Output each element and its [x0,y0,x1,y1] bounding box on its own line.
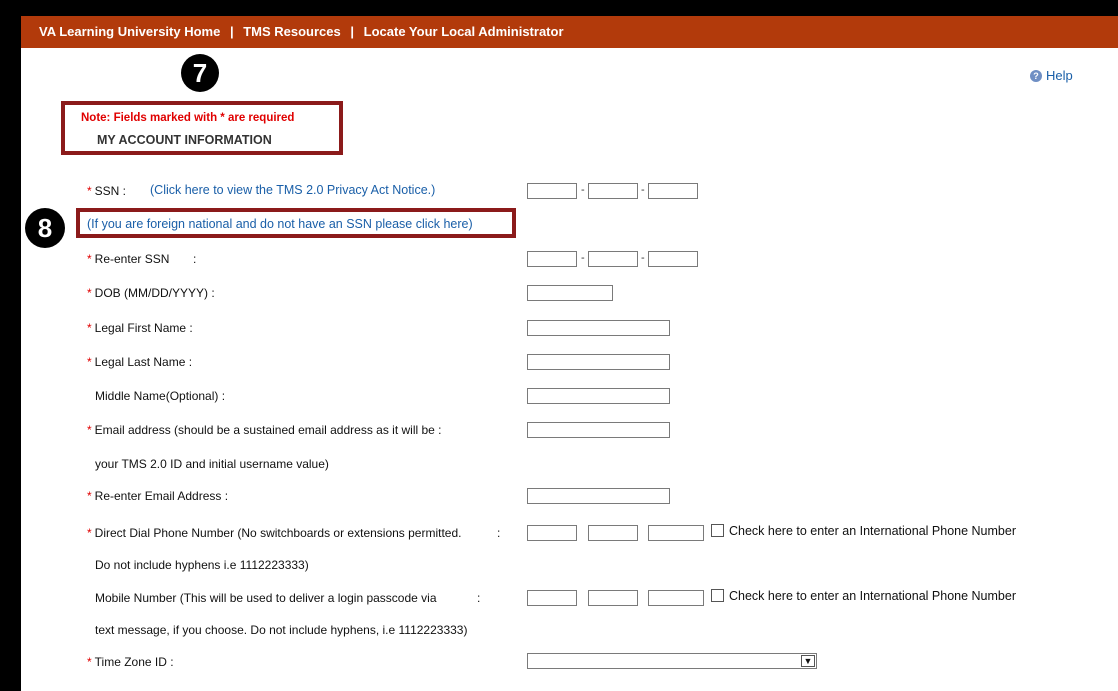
help-link[interactable]: ? Help [1030,68,1073,83]
timezone-select[interactable]: ▼ [527,653,817,669]
phone-prefix-input[interactable] [588,525,638,541]
required-asterisk: * [87,321,92,335]
nav-separator: | [350,24,355,39]
callout-badge-8: 8 [25,208,65,248]
phone-international-checkbox[interactable] [711,524,724,537]
reenter-email-label-text: Re-enter Email Address : [94,489,229,503]
dob-label: * DOB (MM/DD/YYYY) : [87,286,215,300]
help-icon: ? [1030,69,1042,82]
ssn-dash: - [581,184,585,196]
nav-separator: | [229,24,234,39]
reenter-email-input[interactable] [527,488,670,504]
required-asterisk: * [87,423,92,437]
last-name-label: * Legal Last Name : [87,355,192,369]
mobile-label-line2: text message, if you choose. Do not incl… [95,623,468,637]
reenter-ssn-part1-input[interactable] [527,251,577,267]
first-name-label-text: Legal First Name : [94,321,193,335]
required-asterisk: * [87,526,92,540]
ssn-dash: - [641,184,645,196]
nav-link-locate-admin[interactable]: Locate Your Local Administrator [364,24,564,39]
ssn-dash: - [581,252,585,264]
phone-label: * Direct Dial Phone Number (No switchboar… [87,526,462,540]
first-name-label: * Legal First Name : [87,321,193,335]
mobile-international-label: Check here to enter an International Pho… [729,589,1016,603]
nav-link-tms-resources[interactable]: TMS Resources [243,24,341,39]
reenter-ssn-label-text: Re-enter SSN [94,252,170,266]
email-label-line2: your TMS 2.0 ID and initial username val… [95,457,329,471]
phone-international-label: Check here to enter an International Pho… [729,524,1016,538]
reenter-ssn-part2-input[interactable] [588,251,638,267]
dob-label-text: DOB (MM/DD/YYYY) : [94,286,215,300]
phone-colon: : [497,526,501,540]
mobile-colon: : [477,591,481,605]
email-label-text: Email address (should be a sustained ema… [94,423,442,437]
page-frame: VA Learning University Home | TMS Resour… [21,16,1118,691]
required-asterisk: * [87,252,92,266]
ssn-label: * SSN : [87,184,126,198]
ssn-label-text: SSN : [94,184,127,198]
ssn-part3-input[interactable] [648,183,698,199]
mobile-area-code-input[interactable] [527,590,577,606]
phone-label-text: Direct Dial Phone Number (No switchboard… [94,526,462,540]
middle-name-input[interactable] [527,388,670,404]
reenter-ssn-label: * Re-enter SSN [87,252,169,266]
required-asterisk: * [87,184,92,198]
mobile-prefix-input[interactable] [588,590,638,606]
nav-link-home[interactable]: VA Learning University Home [39,24,220,39]
mobile-international-checkbox[interactable] [711,589,724,602]
timezone-label-text: Time Zone ID : [94,655,174,669]
ssn-part2-input[interactable] [588,183,638,199]
last-name-label-text: Legal Last Name : [94,355,193,369]
dob-input[interactable] [527,285,613,301]
required-asterisk: * [87,655,92,669]
section-title: MY ACCOUNT INFORMATION [97,133,272,147]
phone-area-code-input[interactable] [527,525,577,541]
chevron-down-icon[interactable]: ▼ [801,655,815,667]
callout-badge-7: 7 [181,54,219,92]
last-name-input[interactable] [527,354,670,370]
mobile-label: Mobile Number (This will be used to deli… [95,591,437,605]
mobile-line-number-input[interactable] [648,590,704,606]
email-input[interactable] [527,422,670,438]
help-label: Help [1046,68,1073,83]
ssn-dash: - [641,252,645,264]
foreign-national-link[interactable]: (If you are foreign national and do not … [87,217,473,231]
first-name-input[interactable] [527,320,670,336]
required-asterisk: * [87,286,92,300]
required-fields-note: Note: Fields marked with * are required [81,112,295,124]
timezone-label: * Time Zone ID : [87,655,174,669]
required-asterisk: * [87,489,92,503]
email-label: * Email address (should be a sustained em… [87,423,442,437]
top-nav-bar: VA Learning University Home | TMS Resour… [21,16,1118,48]
reenter-ssn-colon: : [193,252,197,266]
required-asterisk: * [87,355,92,369]
privacy-act-notice-link[interactable]: (Click here to view the TMS 2.0 Privacy … [150,183,435,197]
reenter-ssn-part3-input[interactable] [648,251,698,267]
middle-name-label: Middle Name(Optional) : [95,389,226,403]
phone-label-line2: Do not include hyphens i.e 1112223333) [95,558,309,572]
phone-line-number-input[interactable] [648,525,704,541]
reenter-email-label: * Re-enter Email Address : [87,489,228,503]
ssn-part1-input[interactable] [527,183,577,199]
